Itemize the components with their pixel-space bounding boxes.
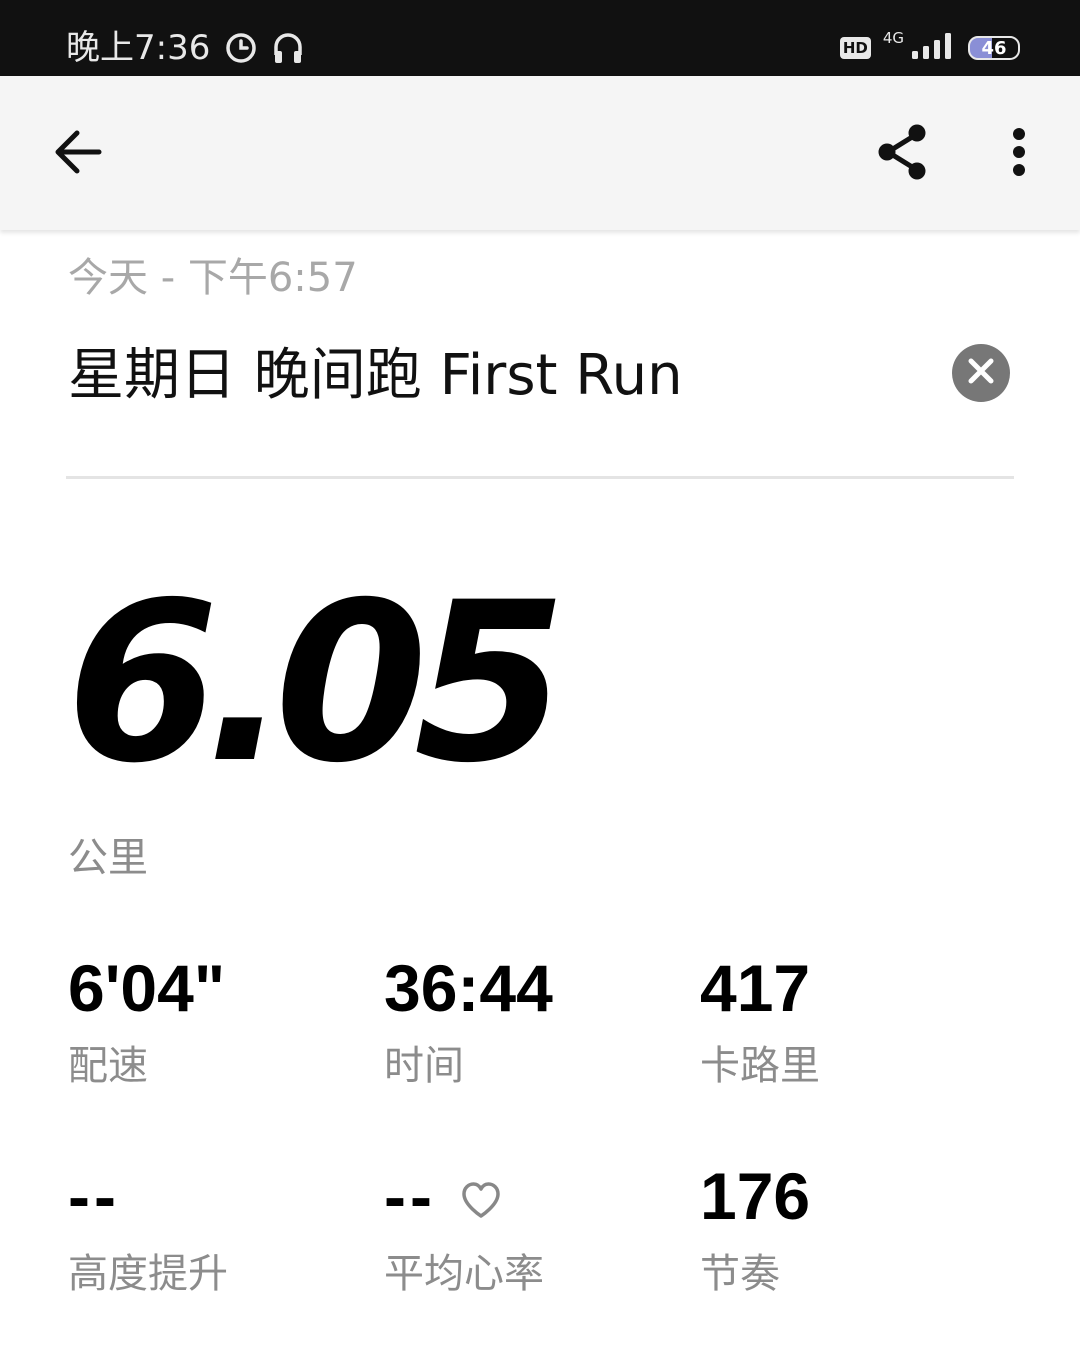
cadence-value: 176 (700, 1159, 811, 1233)
stat-elevation-gain: -- 高度提升 (68, 1158, 368, 1300)
more-options-button[interactable] (990, 118, 1048, 190)
calories-label: 卡路里 (700, 1043, 820, 1089)
distance-value: 6.05 (66, 555, 567, 811)
heart-outline-icon (460, 1158, 502, 1234)
back-button[interactable] (40, 118, 116, 190)
status-time: 晚上7:36 (66, 28, 211, 68)
signal-icon (910, 31, 956, 65)
time-value: 36:44 (384, 951, 553, 1025)
share-icon (876, 123, 930, 185)
status-icons-right: HD 4G 46 (839, 28, 1020, 68)
stat-calories: 417 卡路里 (700, 950, 1000, 1092)
time-label: 时间 (384, 1043, 464, 1089)
status-bar: 晚上7:36 HD 4G 46 (0, 0, 1080, 76)
stat-cadence: 176 节奏 (700, 1158, 1000, 1300)
avg-heart-rate-row: -- (384, 1158, 684, 1234)
avg-heart-rate-label: 平均心率 (384, 1251, 544, 1297)
network-type-label: 4G (882, 29, 904, 47)
battery-level: 46 (981, 37, 1007, 59)
cadence-label: 节奏 (700, 1251, 780, 1297)
hd-badge: HD (839, 37, 871, 59)
stat-avg-heart-rate: -- 平均心率 (384, 1158, 684, 1300)
clear-title-button[interactable] (952, 344, 1010, 402)
pace-label: 配速 (68, 1043, 148, 1089)
activity-title-input[interactable]: 星期日 晚间跑 First Run (68, 340, 683, 412)
stat-time: 36:44 时间 (384, 950, 684, 1092)
stat-pace: 6'04" 配速 (68, 950, 368, 1092)
activity-date: 今天 - 下午6:57 (68, 255, 358, 301)
status-icons-left (224, 30, 304, 70)
elevation-gain-value: -- (68, 1159, 120, 1233)
avg-heart-rate-value: -- (384, 1159, 436, 1233)
pace-value: 6'04" (68, 951, 226, 1025)
alarm-icon (224, 31, 258, 69)
more-vert-icon (1011, 127, 1027, 181)
close-icon (967, 357, 995, 389)
headphones-icon (272, 31, 304, 69)
elevation-gain-label: 高度提升 (68, 1251, 228, 1297)
app-bar (0, 76, 1080, 230)
calories-value: 417 (700, 951, 811, 1025)
back-arrow-icon (53, 129, 103, 179)
share-button[interactable] (866, 118, 940, 190)
battery-icon: 46 (968, 36, 1020, 60)
distance-unit: 公里 (68, 835, 148, 881)
title-divider (66, 476, 1014, 479)
